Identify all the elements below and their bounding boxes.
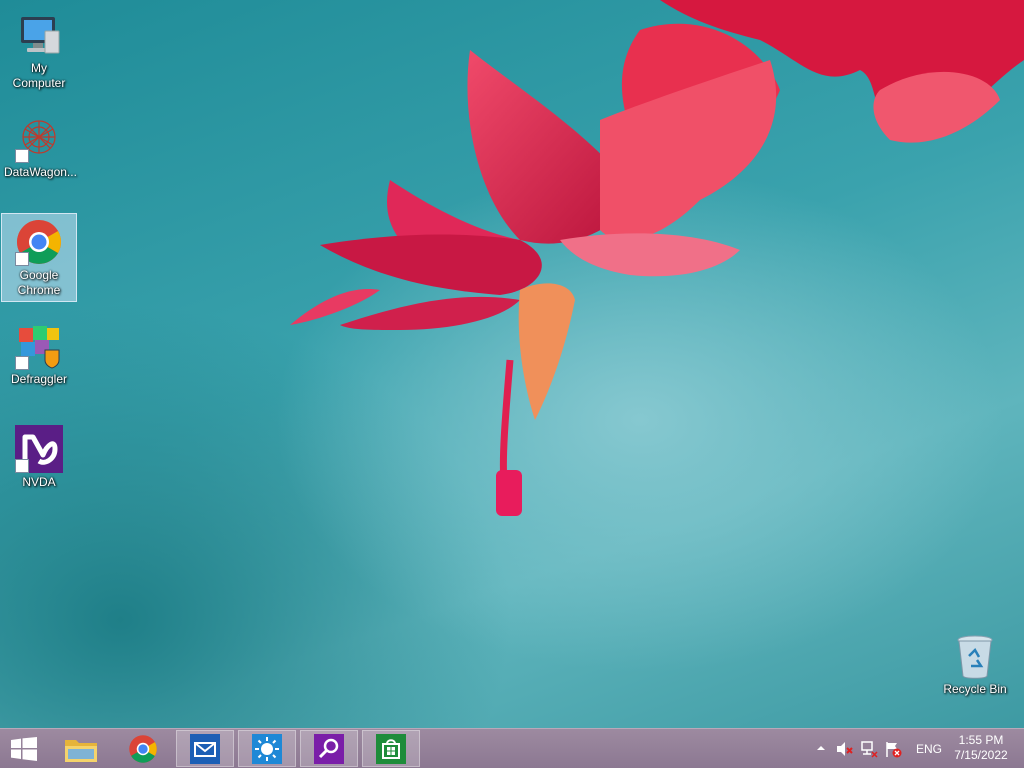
taskbar-chrome-button[interactable] <box>114 730 172 767</box>
sun-icon <box>252 733 282 764</box>
shortcut-arrow-icon <box>15 252 29 266</box>
clock-date: 7/15/2022 <box>954 748 1008 762</box>
desktop-icon-recycle-bin[interactable]: Recycle Bin <box>937 627 1013 701</box>
desktop[interactable]: My Computer DataWagon... Google Chrome D… <box>0 0 1024 728</box>
recycle-bin-icon <box>951 632 999 680</box>
desktop-icon-label: Defraggler <box>10 372 68 386</box>
desktop-icon-defraggler[interactable]: Defraggler <box>1 317 77 391</box>
tray-overflow-chevron-icon[interactable] <box>815 741 827 755</box>
action-center-flag-icon[interactable] <box>884 740 902 758</box>
taskbar-mail-button[interactable] <box>176 730 234 767</box>
network-icon[interactable] <box>860 740 878 758</box>
wallpaper-flower <box>290 0 1024 516</box>
desktop-icon-label: DataWagon... <box>4 165 77 179</box>
defraggler-icon <box>15 322 63 370</box>
chrome-icon <box>129 734 157 763</box>
datawagon-icon <box>15 115 63 163</box>
search-icon <box>314 733 344 764</box>
desktop-icon-label: Recycle Bin <box>943 682 1007 696</box>
desktop-icon-google-chrome[interactable]: Google Chrome <box>1 213 77 302</box>
clock[interactable]: 1:55 PM 7/15/2022 <box>948 733 1014 762</box>
volume-muted-icon[interactable] <box>836 741 854 757</box>
taskbar-weather-button[interactable] <box>238 730 296 767</box>
shortcut-arrow-icon <box>15 356 29 370</box>
mail-icon <box>190 733 220 764</box>
store-icon <box>376 733 406 764</box>
desktop-icon-nvda[interactable]: NVDA <box>1 420 77 494</box>
nvda-icon <box>15 425 63 473</box>
taskbar-store-button[interactable] <box>362 730 420 767</box>
desktop-icon-label: Google Chrome <box>17 268 61 297</box>
taskbar-search-button[interactable] <box>300 730 358 767</box>
taskbar: ENG 1:55 PM 7/15/2022 <box>0 728 1024 768</box>
desktop-icon-label: NVDA <box>22 475 56 489</box>
folder-icon <box>65 739 97 762</box>
desktop-icon-my-computer[interactable]: My Computer <box>1 6 77 95</box>
start-button[interactable] <box>0 730 48 767</box>
desktop-icon-label: My Computer <box>12 61 66 90</box>
taskbar-file-explorer-button[interactable] <box>52 730 110 767</box>
shortcut-arrow-icon <box>15 149 29 163</box>
desktop-icon-datawagon[interactable]: DataWagon... <box>1 110 77 184</box>
chrome-icon <box>15 218 63 266</box>
windows-start-icon <box>11 736 37 761</box>
language-indicator[interactable]: ENG <box>916 742 942 756</box>
shortcut-arrow-icon <box>15 459 29 473</box>
my-computer-icon <box>15 11 63 59</box>
clock-time: 1:55 PM <box>958 733 1004 747</box>
